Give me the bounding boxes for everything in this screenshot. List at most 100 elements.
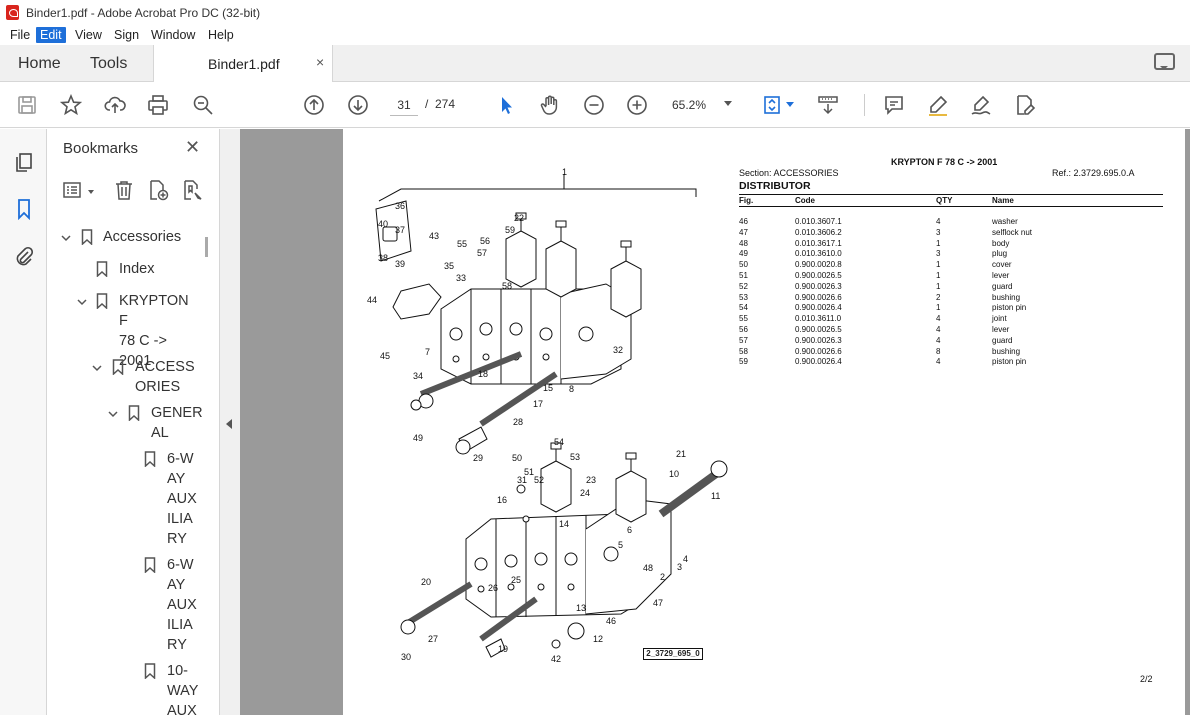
table-cell: piston pin	[992, 303, 1027, 313]
callout-label: 21	[676, 449, 687, 459]
callout-label: 25	[511, 575, 522, 585]
table-cell: 8	[936, 346, 941, 356]
callout-label: 45	[380, 351, 391, 361]
callout-label: 6	[627, 525, 633, 535]
close-panel-icon[interactable]: ✕	[185, 137, 200, 158]
fill-sign-icon[interactable]	[1012, 92, 1038, 118]
select-cursor-icon[interactable]	[493, 92, 519, 118]
callout-label: 10	[669, 469, 680, 479]
table-cell: 52	[739, 281, 748, 291]
table-cell: 0.010.3611.0	[795, 314, 842, 324]
bookmark-search-icon[interactable]	[181, 179, 205, 203]
bookmarks-panel-icon[interactable]	[13, 198, 35, 221]
callout-label: 15	[543, 383, 554, 393]
bookmark-label-line: 6-W	[167, 557, 194, 573]
column-header-fig: Fig.	[739, 196, 754, 205]
document-viewport[interactable]: 1 36 40 37 38 39 43 35 33 55 56 57 22 59…	[240, 129, 1190, 715]
print-icon[interactable]	[145, 92, 171, 118]
menu-window[interactable]: Window	[147, 27, 199, 43]
callout-label: 39	[395, 259, 406, 269]
zoom-out-icon[interactable]	[581, 92, 607, 118]
zoom-search-icon[interactable]	[190, 92, 216, 118]
zoom-in-icon[interactable]	[624, 92, 650, 118]
panel-collapse-strip[interactable]	[220, 129, 240, 715]
highlight-pen-icon[interactable]	[925, 92, 951, 118]
collapse-chevron-icon[interactable]	[91, 361, 103, 373]
table-cell: selflock nut	[992, 227, 1033, 237]
fit-page-icon[interactable]	[760, 92, 786, 118]
bookmark-index[interactable]: Index	[119, 259, 199, 279]
bookmarks-scrollbar[interactable]	[205, 237, 208, 257]
bookmark-accessories-section[interactable]: ACCESS ORIES	[135, 357, 205, 397]
table-cell: 50	[739, 260, 748, 270]
table-cell: 48	[739, 238, 748, 248]
table-cell: 0.900.0020.8	[795, 260, 842, 270]
tab-tools[interactable]: Tools	[90, 55, 127, 73]
bookmark-label-line: GENER	[151, 405, 203, 421]
model-heading: KRYPTON F 78 C -> 2001	[891, 157, 998, 167]
menu-view[interactable]: View	[71, 27, 106, 43]
callout-label: 4	[683, 554, 689, 564]
bookmark-label-line: 78 C ->	[119, 333, 167, 349]
table-row: 52 0.900.0026.3 1 guard	[739, 282, 1169, 293]
bookmark-options-icon[interactable]	[62, 179, 86, 203]
tab-home[interactable]: Home	[18, 55, 61, 73]
table-cell: 2	[936, 292, 941, 302]
callout-label: 8	[569, 384, 575, 394]
next-page-icon[interactable]	[345, 92, 371, 118]
close-tab-button[interactable]: ×	[316, 54, 324, 70]
delete-bookmark-icon[interactable]	[113, 179, 137, 203]
save-icon[interactable]	[14, 92, 40, 118]
collapse-chevron-icon[interactable]	[76, 295, 88, 307]
menu-file[interactable]: File	[6, 27, 34, 43]
zoom-dropdown-chevron-icon[interactable]	[724, 101, 732, 110]
bookmark-accessories[interactable]: Accessories	[103, 227, 203, 247]
bookmark-label-line: 10-	[167, 663, 188, 679]
table-cell: 1	[936, 271, 941, 280]
table-cell: 0.900.0026.4	[795, 357, 842, 367]
new-bookmark-icon[interactable]	[147, 179, 171, 203]
comment-bubble-icon[interactable]	[1154, 53, 1175, 70]
table-row: 46 0.010.3607.1 4 washer	[739, 217, 1169, 228]
table-cell: 0.010.3610.0	[795, 249, 842, 259]
page-thumbnails-icon[interactable]	[13, 151, 35, 173]
add-comment-icon[interactable]	[881, 92, 907, 118]
scroll-mode-icon[interactable]	[815, 92, 841, 118]
bookmark-6-way-auxiliary[interactable]: 6-W AY AUX ILIA RY	[167, 555, 207, 655]
bookmark-label-line: AUX	[167, 491, 197, 507]
table-cell: 1	[936, 281, 941, 291]
menu-help[interactable]: Help	[204, 27, 238, 43]
menu-sign[interactable]: Sign	[110, 27, 143, 43]
bookmark-star-icon[interactable]	[58, 92, 84, 118]
upload-cloud-icon[interactable]	[102, 92, 128, 118]
bookmark-icon	[144, 557, 156, 574]
table-cell: body	[992, 238, 1010, 248]
table-cell: 0.900.0026.4	[795, 303, 842, 313]
table-cell: 56	[739, 325, 748, 334]
page-number-input[interactable]: 31	[390, 94, 418, 116]
menu-edit[interactable]: Edit	[36, 27, 66, 43]
bookmark-general[interactable]: GENER AL	[151, 403, 206, 443]
table-row: 59 0.900.0026.4 4 piston pin	[739, 357, 1169, 368]
table-cell: 58	[739, 346, 748, 356]
table-cell: bushing	[992, 292, 1021, 302]
callout-label: 56	[480, 236, 491, 246]
previous-page-icon[interactable]	[301, 92, 327, 118]
fit-page-dropdown-icon[interactable]	[786, 102, 794, 111]
bookmark-10-way-aux[interactable]: 10- WAY AUX	[167, 661, 207, 715]
options-dropdown-icon[interactable]	[88, 190, 94, 197]
collapse-chevron-icon[interactable]	[107, 407, 119, 419]
draw-sign-icon[interactable]	[968, 92, 994, 118]
zoom-level-field[interactable]: 65.2%	[672, 94, 724, 116]
callout-label: 11	[711, 491, 721, 501]
hand-tool-icon[interactable]	[537, 92, 563, 118]
attachments-paperclip-icon[interactable]	[13, 245, 35, 267]
bookmark-6-way-auxiliary[interactable]: 6-W AY AUX ILIA RY	[167, 449, 207, 549]
callout-label: 16	[497, 495, 508, 505]
tab-document[interactable]: Binder1.pdf ×	[153, 45, 333, 82]
collapse-chevron-icon[interactable]	[60, 231, 72, 243]
callout-label: 1	[562, 167, 568, 177]
table-cell: 4	[936, 217, 941, 226]
collapse-arrow-icon[interactable]	[226, 419, 232, 429]
table-row: 57 0.900.0026.3 4 guard	[739, 336, 1169, 347]
